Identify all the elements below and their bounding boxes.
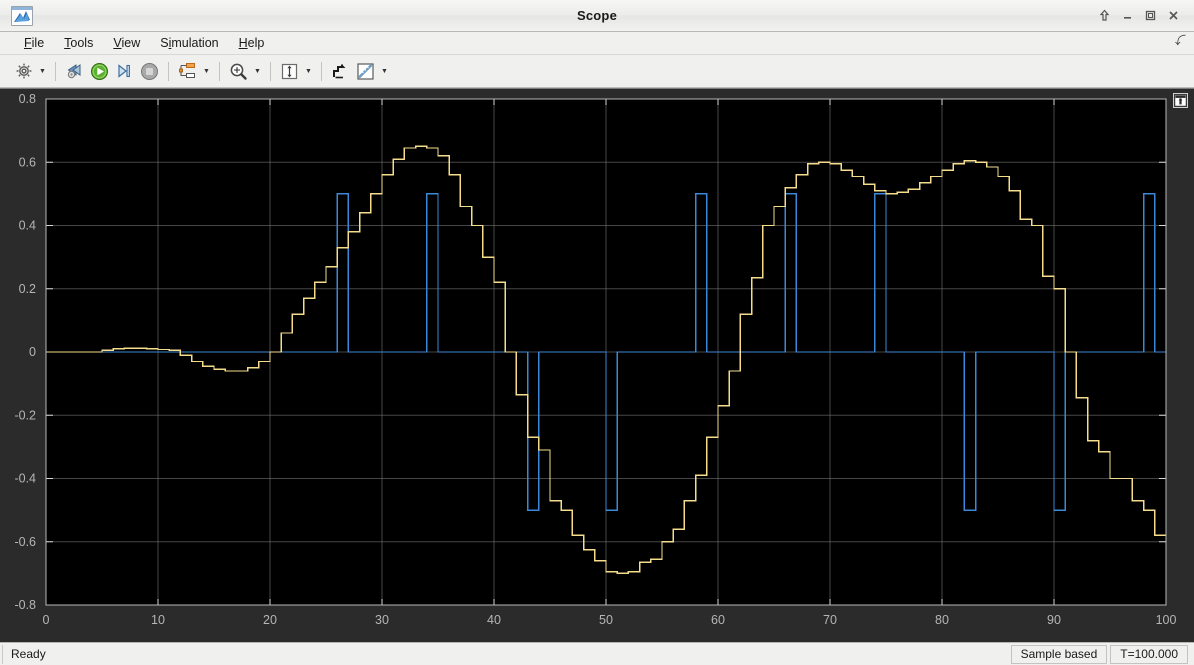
x-tick-label: 100 (1156, 613, 1177, 627)
menu-view-post: iew (121, 36, 140, 50)
maximize-axes-icon[interactable] (1173, 93, 1188, 108)
window-title: Scope (0, 8, 1194, 23)
y-tick-label: 0.2 (19, 282, 36, 296)
undock-button[interactable] (1094, 5, 1115, 25)
toolbar-separator-4 (270, 62, 271, 81)
x-tick-label: 40 (487, 613, 501, 627)
y-tick-label: -0.8 (14, 598, 36, 612)
measurements-button[interactable] (353, 59, 378, 84)
configuration-dropdown-arrow[interactable]: ▼ (36, 59, 49, 83)
menu-simulation[interactable]: Simulation (150, 34, 228, 52)
zoom-button[interactable] (226, 59, 251, 84)
y-tick-label: -0.4 (14, 472, 36, 486)
signal-selection-button[interactable] (175, 59, 200, 84)
menu-view[interactable]: View (103, 34, 150, 52)
menu-file[interactable]: File (14, 34, 54, 52)
menu-help[interactable]: Help (229, 34, 275, 52)
y-tick-label: -0.6 (14, 535, 36, 549)
menu-file-post: ile (32, 36, 45, 50)
menu-simulation-pre: S (160, 36, 168, 50)
menu-simulation-post: mulation (171, 36, 218, 50)
x-tick-label: 90 (1047, 613, 1061, 627)
configuration-properties-button[interactable] (11, 59, 36, 84)
scope-window: Scope (0, 0, 1194, 665)
window-controls (1090, 0, 1188, 30)
toolbar-separator-3 (219, 62, 220, 81)
x-tick-label: 50 (599, 613, 613, 627)
x-tick-label: 80 (935, 613, 949, 627)
y-tick-label: 0 (29, 345, 36, 359)
toolbar-separator-1 (55, 62, 56, 81)
scope-canvas[interactable]: 0.8 0.6 0.4 0.2 0 -0.2 -0.4 -0.6 -0.8 0 10 20 30 40 50… (0, 89, 1194, 631)
x-tick-label: 10 (151, 613, 165, 627)
menu-overflow-icon[interactable]: ⤵ (1175, 36, 1186, 47)
menu-bar: File Tools View Simulation Help ⤵ (0, 32, 1194, 55)
status-message: Ready (2, 645, 1011, 664)
close-button[interactable] (1163, 5, 1184, 25)
simulink-scope-icon (11, 6, 33, 26)
x-tick-label: 70 (823, 613, 837, 627)
minimize-button[interactable] (1117, 5, 1138, 25)
menu-help-post: elp (248, 36, 265, 50)
cursor-measurements-button[interactable] (328, 59, 353, 84)
toolbar-separator-5 (321, 62, 322, 81)
x-tick-label: 0 (43, 613, 50, 627)
x-tick-label: 30 (375, 613, 389, 627)
menu-file-mnemonic: F (24, 36, 32, 50)
tool-bar: ▼ (0, 55, 1194, 88)
status-bar: Ready Sample based T=100.000 (0, 642, 1194, 665)
maximize-button[interactable] (1140, 5, 1161, 25)
run-button[interactable] (87, 59, 112, 84)
y-tick-label: 0.4 (19, 219, 36, 233)
toolbar-separator-2 (168, 62, 169, 81)
y-tick-label: 0.8 (19, 92, 36, 106)
y-tick-label: 0.6 (19, 155, 36, 169)
y-tick-label: -0.2 (14, 408, 36, 422)
signal-selection-dropdown-arrow[interactable]: ▼ (200, 59, 213, 83)
stop-button[interactable] (137, 59, 162, 84)
step-forward-button[interactable] (112, 59, 137, 84)
menu-tools[interactable]: Tools (54, 34, 103, 52)
x-tick-label: 20 (263, 613, 277, 627)
scope-plot-area[interactable]: 0.8 0.6 0.4 0.2 0 -0.2 -0.4 -0.6 -0.8 0 10 20 30 40 50… (0, 88, 1194, 642)
x-tick-label: 60 (711, 613, 725, 627)
status-frame-mode: Sample based (1011, 645, 1108, 664)
measurements-dropdown-arrow[interactable]: ▼ (378, 59, 391, 83)
status-time: T=100.000 (1110, 645, 1188, 664)
title-bar: Scope (0, 0, 1194, 32)
run-back-to-start-button[interactable] (62, 59, 87, 84)
autoscale-dropdown-arrow[interactable]: ▼ (302, 59, 315, 83)
zoom-dropdown-arrow[interactable]: ▼ (251, 59, 264, 83)
menu-tools-post: ools (70, 36, 93, 50)
autoscale-button[interactable] (277, 59, 302, 84)
menu-help-mnemonic: H (239, 36, 248, 50)
